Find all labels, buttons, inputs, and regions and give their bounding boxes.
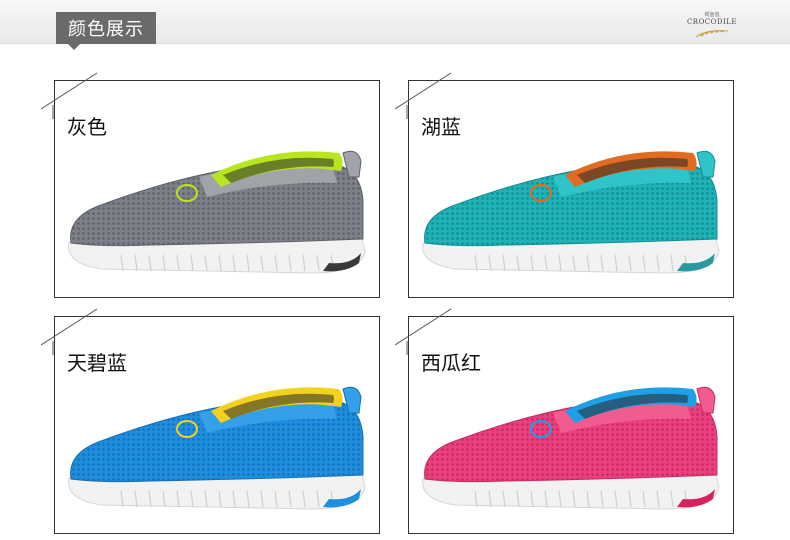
laurel-icon [695, 30, 729, 38]
header-bar: 颜色展示 鳄鱼恤 CROCODILE [0, 0, 790, 50]
section-tab-notch [68, 44, 80, 50]
color-card-lake-blue[interactable]: 湖蓝 [395, 72, 734, 298]
brand-name: CROCODILE [686, 18, 738, 26]
shoe-image [68, 386, 366, 510]
color-card-watermelon-red[interactable]: 西瓜红 [395, 308, 734, 534]
color-card-sky-blue[interactable]: 天碧蓝 [41, 308, 380, 534]
shoe-image [422, 386, 720, 510]
color-card-gray[interactable]: 灰色 [41, 72, 380, 298]
shoe-image [68, 150, 366, 274]
shoe-image [422, 150, 720, 274]
section-title: 颜色展示 [56, 12, 156, 44]
brand-logo: 鳄鱼恤 CROCODILE [684, 12, 740, 42]
